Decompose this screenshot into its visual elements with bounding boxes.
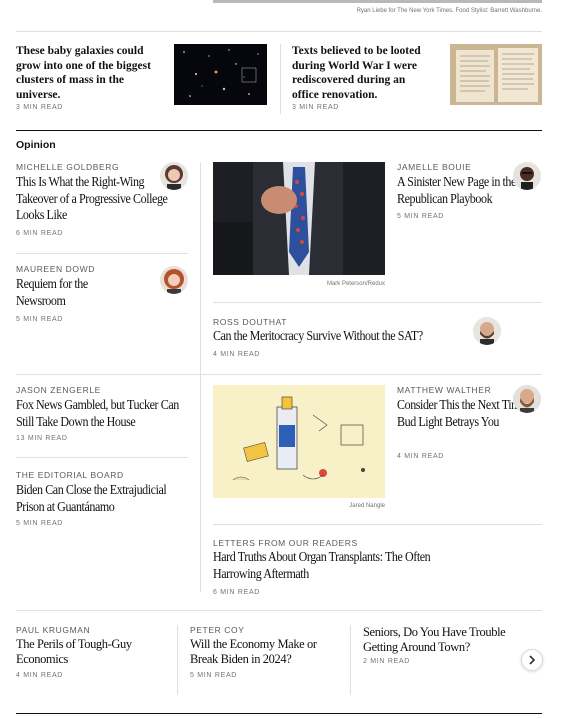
top-stories-separator (280, 44, 281, 114)
illustration-graphic (213, 385, 385, 498)
carousel-separator (350, 625, 351, 695)
tie-photo-graphic (213, 162, 385, 275)
section-rule (16, 130, 542, 131)
carousel-headline[interactable]: The Perils of Tough-Guy Economics (16, 637, 166, 667)
author-name: JASON ZENGERLE (16, 385, 101, 395)
carousel-card-coy[interactable]: PETER COY Will the Economy Make or Break… (190, 625, 340, 685)
opinion-headline[interactable]: Requiem for the Newsroom (16, 277, 102, 310)
read-time: 6 MIN READ (213, 589, 261, 596)
read-time: 4 MIN READ (213, 351, 261, 358)
author-name: MICHELLE GOLDBERG (16, 162, 120, 172)
carousel-separator (177, 625, 178, 695)
author-name: ROSS DOUTHAT (213, 317, 288, 327)
opinion-section-label[interactable]: Opinion (16, 139, 56, 151)
top-divider (16, 31, 542, 32)
opinion-divider (213, 524, 542, 525)
author-name: PAUL KRUGMAN (16, 625, 91, 635)
author-name: LETTERS FROM OUR READERS (213, 538, 358, 548)
texts-image[interactable] (450, 44, 542, 105)
story-headline[interactable]: These baby galaxies could grow into one … (16, 44, 164, 102)
goldberg-avatar (160, 162, 188, 190)
opinion-headline[interactable]: This Is What the Right-Wing Takeover of … (16, 175, 174, 225)
read-time: 5 MIN READ (16, 316, 64, 323)
opinion-divider (213, 302, 542, 303)
read-time: 2 MIN READ (363, 658, 411, 665)
read-time: 13 MIN READ (16, 435, 68, 442)
read-time: 4 MIN READ (16, 672, 64, 679)
read-time: 4 MIN READ (397, 453, 445, 460)
author-name: PETER COY (190, 625, 245, 635)
story-headline[interactable]: Texts believed to be looted during World… (292, 44, 432, 102)
carousel-card-krugman[interactable]: PAUL KRUGMAN The Perils of Tough-Guy Eco… (16, 625, 174, 685)
author-name: MATTHEW WALTHER (397, 385, 492, 395)
galaxy-field-graphic (183, 49, 259, 97)
read-time: 5 MIN READ (397, 213, 445, 220)
opinion-card-letters[interactable]: LETTERS FROM OUR READERS Hard Truths Abo… (213, 538, 542, 600)
opinion-card-douthat[interactable]: ROSS DOUTHAT Can the Meritocracy Survive… (213, 317, 503, 361)
dowd-avatar (160, 266, 188, 294)
story-read-time: 3 MIN READ (292, 104, 340, 111)
opinion-headline[interactable]: Fox News Gambled, but Tucker Can Still T… (16, 398, 185, 431)
opinion-headline[interactable]: Biden Can Close the Extrajudicial Prison… (16, 483, 188, 516)
author-name: MAUREEN DOWD (16, 264, 95, 274)
read-time: 6 MIN READ (16, 230, 64, 237)
opinion-divider (16, 457, 188, 458)
read-time: 5 MIN READ (16, 520, 64, 527)
opinion-row-divider (16, 374, 542, 375)
bud-light-illustration[interactable] (213, 385, 385, 498)
bottom-rule (16, 713, 542, 714)
tie-photo-credit: Mark Peterson/Redux (326, 281, 385, 287)
opinion-headline[interactable]: Hard Truths About Organ Transplants: The… (213, 550, 462, 583)
old-ledger-graphic (450, 44, 542, 105)
opinion-card-editorial-board[interactable]: THE EDITORIAL BOARD Biden Can Close the … (16, 470, 200, 532)
galaxies-image[interactable] (174, 44, 267, 105)
tie-photo[interactable] (213, 162, 385, 275)
story-read-time: 3 MIN READ (16, 104, 64, 111)
douthat-avatar (473, 317, 501, 345)
opinion-column-separator (200, 162, 201, 592)
opinion-card-zengerle[interactable]: JASON ZENGERLE Fox News Gambled, but Tuc… (16, 385, 188, 447)
carousel-headline[interactable]: Will the Economy Make or Break Biden in … (190, 637, 340, 667)
opinion-headline[interactable]: Can the Meritocracy Survive Without the … (213, 329, 471, 346)
illustration-credit: Jared Nangle (349, 503, 385, 509)
author-name: JAMELLE BOUIE (397, 162, 472, 172)
chevron-right-icon (529, 655, 536, 665)
read-time: 5 MIN READ (190, 672, 238, 679)
carousel-next-button[interactable] (521, 649, 543, 671)
carousel-top-divider (16, 610, 542, 611)
top-image-bottom-edge (213, 0, 542, 3)
carousel-headline[interactable]: Seniors, Do You Have Trouble Getting Aro… (363, 625, 508, 655)
walther-avatar (513, 385, 541, 413)
author-name: THE EDITORIAL BOARD (16, 470, 124, 480)
carousel-card-seniors[interactable]: Seniors, Do You Have Trouble Getting Aro… (363, 625, 513, 685)
opinion-divider (16, 253, 188, 254)
bouie-avatar (513, 162, 541, 190)
top-image-credit: Ryan Liebe for The New York Times. Food … (356, 8, 542, 14)
